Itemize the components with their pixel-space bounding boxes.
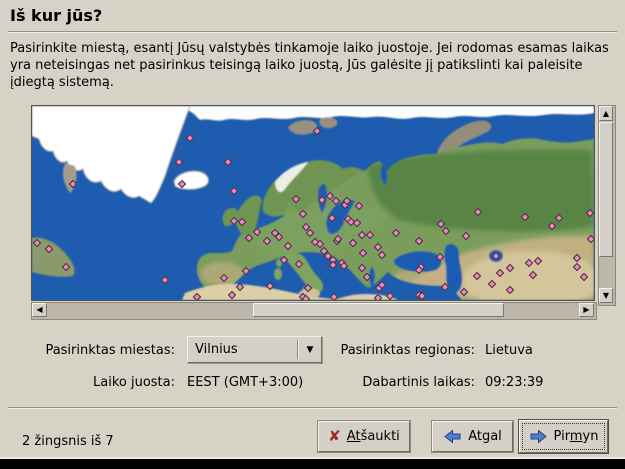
- scroll-right-icon: ▶: [583, 306, 589, 314]
- scroll-left-icon: ◀: [36, 306, 42, 314]
- next-button[interactable]: Pirmyn: [518, 419, 609, 454]
- back-pre: At: [468, 429, 482, 444]
- next-pre: Pir: [554, 429, 570, 444]
- next-button-label: Pirmyn: [554, 429, 599, 444]
- sardinia: [274, 268, 282, 280]
- region-value: Lietuva: [485, 343, 533, 358]
- cancel-button-label: Atšaukti: [347, 429, 400, 444]
- back-mnemonic: g: [482, 429, 490, 444]
- current-time-label: Dabartinis laikas:: [150, 375, 475, 390]
- scroll-up-button[interactable]: ▲: [599, 106, 613, 121]
- back-rest: al: [490, 429, 502, 444]
- scroll-down-icon: ▼: [603, 292, 609, 300]
- scroll-down-button[interactable]: ▼: [599, 288, 613, 303]
- back-button[interactable]: Atgal: [432, 421, 513, 452]
- timezone-label: Laiko juosta:: [0, 375, 175, 390]
- scroll-right-button[interactable]: ▶: [579, 303, 594, 317]
- horizontal-scroll-thumb[interactable]: [253, 303, 504, 317]
- cancel-x-icon: ✘: [328, 429, 341, 444]
- step-indicator: 2 žingsnis iš 7: [22, 434, 114, 449]
- back-button-label: Atgal: [468, 429, 502, 444]
- map-vertical-scrollbar[interactable]: ▲ ▼: [598, 105, 616, 306]
- scroll-left-button[interactable]: ◀: [32, 303, 47, 317]
- timezone-wizard-page: Iš kur jūs? Pasirinkite miestą, esantį J…: [0, 0, 625, 469]
- scroll-up-icon: ▲: [603, 110, 609, 118]
- cancel-button[interactable]: ✘ Atšaukti: [318, 421, 410, 452]
- map-horizontal-scrollbar[interactable]: ◀ ▶: [31, 302, 597, 320]
- current-time-value: 09:23:39: [485, 375, 543, 390]
- actions-separator: [8, 407, 617, 409]
- vertical-scroll-thumb[interactable]: [599, 122, 613, 257]
- next-mnemonic: m: [570, 429, 583, 444]
- arrow-right-icon: [529, 429, 548, 444]
- arrow-left-icon: [443, 429, 462, 444]
- city-map[interactable]: [31, 105, 595, 301]
- desktop-background-strip: [0, 459, 625, 469]
- intro-text: Pasirinkite miestą, esantį Jūsų valstybė…: [10, 40, 616, 91]
- title-separator: [8, 31, 617, 33]
- page-title: Iš kur jūs?: [10, 6, 102, 25]
- region-label: Pasirinktas regionas:: [150, 343, 475, 358]
- next-rest: yn: [583, 429, 599, 444]
- city-label: Pasirinktas miestas:: [0, 343, 175, 358]
- cancel-mnemonic: At: [347, 429, 361, 444]
- cancel-rest: šaukti: [361, 429, 400, 444]
